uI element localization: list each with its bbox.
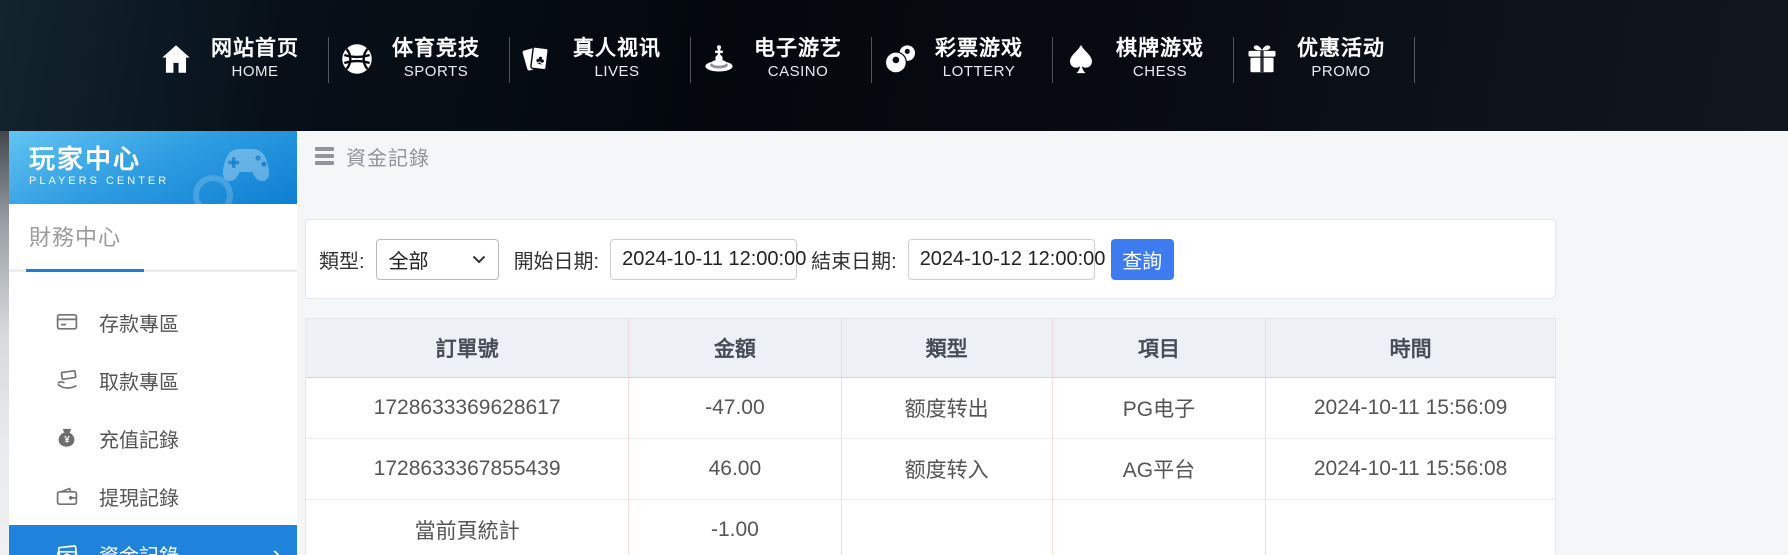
table-header-row: 訂單號 金額 類型 項目 時間 [306,319,1555,378]
sidebar-item-label: 提現記錄 [99,482,179,511]
chevron-right-icon: › [272,541,281,555]
nav-label-en: CHESS [1133,62,1187,82]
nav-label-zh: 体育竞技 [392,35,480,62]
money-bag-icon: ¥ [55,426,79,450]
nav-label-en: HOME [232,62,279,82]
sidebar-item-deposit[interactable]: 存款專區 [9,293,297,351]
sidebar-item-label: 取款專區 [99,366,179,395]
nav-label-en: LOTTERY [943,62,1015,82]
sidebar-item-label: 充值記錄 [99,424,179,453]
lottery-balls-icon [880,39,920,79]
column-header-order-no: 訂單號 [306,319,628,377]
nav-item-promo[interactable]: 优惠活动 PROMO [1234,27,1415,91]
deposit-card-icon [55,310,79,334]
content-header: 資金記錄 [305,143,1556,169]
type-select-value: 全部 [389,245,429,274]
nav-label-zh: 网站首页 [211,35,299,62]
nav-label-en: CASINO [768,62,829,82]
type-select[interactable]: 全部 [376,239,499,280]
svg-text:¥: ¥ [64,435,70,446]
sidebar: 玩家中心 PLAYERS CENTER 財務中心 [9,131,297,555]
menu-icon[interactable] [315,147,334,165]
top-navigation: 网站首页 HOME 体育竞技 SPORTS ♣ [0,0,1788,131]
end-date-input[interactable]: 2024-10-12 12:00:00 [908,239,1095,280]
funds-record-table: 訂單號 金額 類型 項目 時間 1728633369628617 -47.00 … [305,318,1556,555]
cell-time: 2024-10-11 15:56:08 [1265,439,1555,499]
end-date-label: 結束日期: [811,245,897,274]
cell-summary-label: 當前頁統計 [306,500,628,555]
cell-item: AG平台 [1052,439,1266,499]
nav-label-zh: 电子游艺 [754,35,842,62]
sidebar-item-withdraw[interactable]: 取款專區 [9,351,297,409]
table-row: 1728633369628617 -47.00 额度转出 PG电子 2024-1… [306,378,1555,439]
cell-order-no: 1728633369628617 [306,378,628,438]
nav-item-chess[interactable]: 棋牌游戏 CHESS [1053,27,1234,91]
finance-center-section-title: 財務中心 [29,220,297,252]
sidebar-menu: 存款專區 取款專區 [9,293,297,555]
cards-icon: ♣ [518,39,558,79]
column-header-type: 類型 [841,319,1052,377]
svg-text:♣: ♣ [535,52,545,67]
nav-label-zh: 彩票游戏 [935,35,1023,62]
cell-empty [841,500,1052,555]
cell-summary-amount: -1.00 [628,500,840,555]
cell-amount: -47.00 [628,378,840,438]
filter-panel: 類型: 全部 開始日期: 2024-10-11 12:00:00 結束日期: 2… [305,219,1556,299]
section-divider [9,269,297,272]
table-row-summary: 當前頁統計 -1.00 [306,500,1555,555]
chevron-down-icon [472,255,486,264]
page: 网站首页 HOME 体育竞技 SPORTS ♣ [0,0,1788,555]
cell-type: 额度转出 [841,378,1052,438]
nav-label-en: PROMO [1311,62,1370,82]
start-date-label: 開始日期: [514,245,600,274]
page-title: 資金記錄 [346,142,430,171]
nav-label-zh: 棋牌游戏 [1116,35,1204,62]
cell-item: PG电子 [1052,378,1266,438]
nav-item-lives[interactable]: ♣ 真人视讯 LIVES [510,27,691,91]
players-center-header: 玩家中心 PLAYERS CENTER [9,131,297,204]
column-header-time: 時間 [1265,319,1555,377]
cell-time: 2024-10-11 15:56:09 [1265,378,1555,438]
column-header-amount: 金額 [628,319,840,377]
roulette-icon [699,39,739,79]
sidebar-item-withdrawal-record[interactable]: 提現記錄 [9,467,297,525]
table-row: 1728633367855439 46.00 额度转入 AG平台 2024-10… [306,439,1555,500]
nav-item-lottery[interactable]: 彩票游戏 LOTTERY [872,27,1053,91]
sidebar-item-label: 資金記錄 [99,540,179,555]
sidebar-item-funds-record[interactable]: 資金記錄 › [9,525,297,555]
banknote-icon [55,542,79,555]
gift-icon [1242,39,1282,79]
search-button[interactable]: 查詢 [1111,239,1174,280]
home-icon [156,39,196,79]
cell-empty [1052,500,1266,555]
withdraw-hand-icon [55,368,79,392]
cell-type: 额度转入 [841,439,1052,499]
cell-empty [1265,500,1555,555]
nav-item-casino[interactable]: 电子游艺 CASINO [691,27,872,91]
nav-label-en: SPORTS [404,62,468,82]
sidebar-item-recharge-record[interactable]: ¥ 充值記錄 [9,409,297,467]
nav-item-sports[interactable]: 体育竞技 SPORTS [329,27,510,91]
cell-amount: 46.00 [628,439,840,499]
nav-label-en: LIVES [594,62,639,82]
basketball-icon [337,39,377,79]
column-header-item: 項目 [1052,319,1266,377]
page-left-edge [0,131,9,555]
sidebar-item-label: 存款專區 [99,308,179,337]
nav-label-zh: 真人视讯 [573,35,661,62]
nav-item-home[interactable]: 网站首页 HOME [148,27,329,91]
start-date-input[interactable]: 2024-10-11 12:00:00 [610,239,797,280]
main-content: 資金記錄 類型: 全部 開始日期: 2024-10-11 12:00:00 結束… [297,131,1788,555]
type-filter-label: 類型: [319,245,365,274]
nav-label-zh: 优惠活动 [1297,35,1385,62]
wallet-icon [55,484,79,508]
spade-icon [1061,39,1101,79]
cell-order-no: 1728633367855439 [306,439,628,499]
